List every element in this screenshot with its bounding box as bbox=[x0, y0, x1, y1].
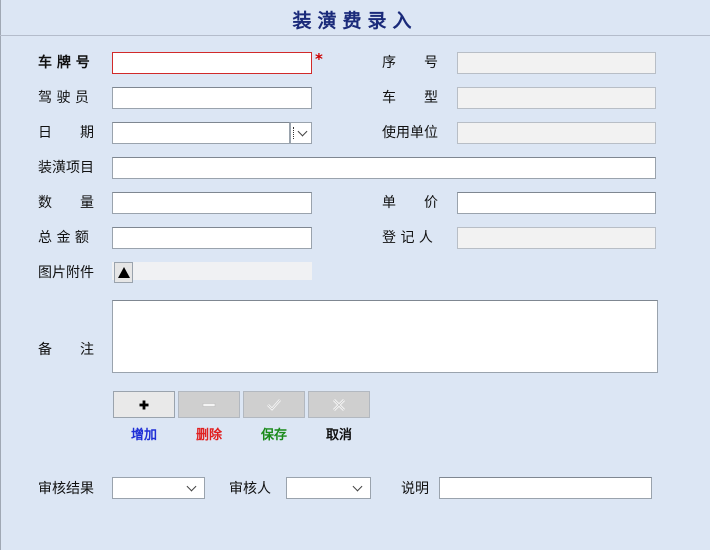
recorder-field bbox=[457, 227, 656, 249]
x-icon bbox=[333, 398, 345, 411]
add-button[interactable] bbox=[113, 391, 175, 418]
unit-label: 使用单位 bbox=[382, 125, 438, 141]
quantity-input[interactable] bbox=[112, 192, 312, 214]
review-note-label: 说明 bbox=[401, 481, 429, 497]
unit-field bbox=[457, 122, 656, 144]
remark-textarea[interactable] bbox=[112, 300, 658, 373]
upload-arrow-icon bbox=[118, 267, 130, 278]
date-label: 日 期 bbox=[38, 125, 94, 141]
reviewer-label: 审核人 bbox=[229, 481, 271, 497]
driver-label: 驾 驶 员 bbox=[38, 90, 89, 106]
save-button[interactable] bbox=[243, 391, 305, 418]
cancel-button-label[interactable]: 取消 bbox=[308, 424, 370, 443]
price-label: 单 价 bbox=[382, 195, 438, 211]
chevron-down-icon bbox=[352, 481, 363, 492]
car-type-label: 车 型 bbox=[382, 90, 438, 106]
delete-button-label[interactable]: 删除 bbox=[178, 424, 240, 443]
attachment-panel bbox=[112, 262, 312, 280]
date-input[interactable] bbox=[112, 122, 290, 144]
driver-input[interactable] bbox=[112, 87, 312, 109]
item-input[interactable] bbox=[112, 157, 656, 179]
review-result-label: 审核结果 bbox=[38, 481, 94, 497]
plate-input[interactable] bbox=[112, 52, 312, 74]
price-input[interactable] bbox=[457, 192, 656, 214]
check-icon bbox=[267, 398, 281, 411]
delete-button[interactable] bbox=[178, 391, 240, 418]
date-picker-separator bbox=[293, 127, 295, 139]
plate-label: 车 牌 号 bbox=[38, 55, 90, 71]
item-label: 装潢项目 bbox=[38, 160, 94, 176]
save-button-label[interactable]: 保存 bbox=[243, 424, 305, 443]
date-picker-button[interactable] bbox=[290, 122, 312, 144]
serial-field bbox=[457, 52, 656, 74]
cancel-button[interactable] bbox=[308, 391, 370, 418]
quantity-label: 数 量 bbox=[38, 195, 94, 211]
reviewer-select[interactable] bbox=[286, 477, 371, 499]
remark-label: 备 注 bbox=[38, 342, 94, 358]
total-label: 总 金 额 bbox=[38, 230, 89, 246]
car-type-field bbox=[457, 87, 656, 109]
recorder-label: 登 记 人 bbox=[382, 230, 433, 246]
attachment-label: 图片附件 bbox=[38, 265, 94, 281]
add-button-label[interactable]: 增加 bbox=[113, 424, 175, 443]
chevron-down-icon bbox=[297, 126, 308, 137]
title-divider bbox=[0, 35, 710, 36]
plus-icon bbox=[139, 400, 149, 409]
minus-icon bbox=[202, 402, 216, 407]
total-input[interactable] bbox=[112, 227, 312, 249]
serial-label: 序 号 bbox=[382, 55, 438, 71]
required-mark: * bbox=[315, 50, 323, 68]
review-note-input[interactable] bbox=[439, 477, 652, 499]
chevron-down-icon bbox=[186, 481, 197, 492]
attachment-upload-button[interactable] bbox=[114, 262, 133, 283]
review-result-select[interactable] bbox=[112, 477, 205, 499]
window-left-border bbox=[0, 0, 1, 550]
page-title: 装潢费录入 bbox=[292, 10, 418, 32]
